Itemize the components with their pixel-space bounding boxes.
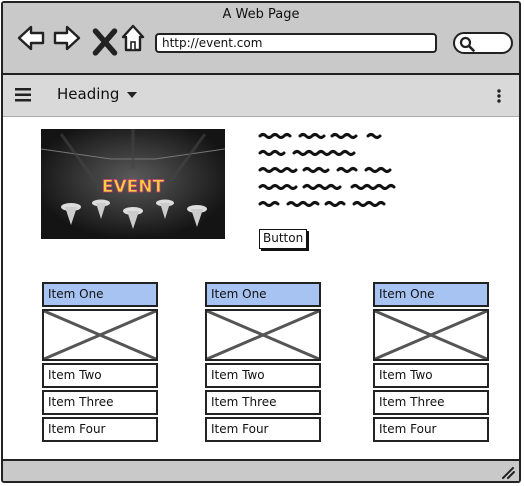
list-item-four[interactable]: Item Four	[42, 417, 158, 442]
list-item-two[interactable]: Item Two	[373, 363, 489, 388]
list-item-four[interactable]: Item Four	[373, 417, 489, 442]
hero-image: EVENT	[41, 129, 225, 239]
placeholder-text-scribble	[258, 133, 396, 207]
list-item-two[interactable]: Item Two	[205, 363, 321, 388]
page-heading[interactable]: Heading	[57, 85, 119, 103]
list-item-one[interactable]: Item One	[42, 282, 158, 307]
list-item-three[interactable]: Item Three	[205, 390, 321, 415]
image-placeholder	[373, 309, 489, 361]
home-icon[interactable]	[119, 23, 147, 53]
browser-chrome: A Web Page http://event.com	[3, 3, 519, 75]
caret-down-icon[interactable]	[127, 92, 137, 98]
hamburger-menu-icon[interactable]	[15, 88, 31, 102]
list-item-three[interactable]: Item Three	[373, 390, 489, 415]
forward-arrow-icon[interactable]	[53, 23, 81, 53]
image-placeholder-icon	[374, 309, 488, 361]
address-bar[interactable]: http://event.com	[155, 33, 437, 53]
kebab-menu-icon[interactable]	[497, 89, 501, 103]
list-item-one[interactable]: Item One	[373, 282, 489, 307]
status-bar	[3, 459, 519, 481]
app-bar: Heading	[3, 75, 519, 117]
image-placeholder	[42, 309, 158, 361]
content-button[interactable]: Button	[259, 229, 308, 249]
list-item-one[interactable]: Item One	[205, 282, 321, 307]
card-3: Item One Item Two Item Three Item Four	[373, 282, 489, 444]
window-title: A Web Page	[222, 7, 300, 22]
close-x-icon[interactable]	[91, 27, 119, 57]
hero-image-text: EVENT	[102, 177, 165, 197]
list-item-four[interactable]: Item Four	[205, 417, 321, 442]
card-1: Item One Item Two Item Three Item Four	[42, 282, 158, 444]
resize-grip-icon[interactable]	[501, 467, 515, 479]
list-item-two[interactable]: Item Two	[42, 363, 158, 388]
back-arrow-icon[interactable]	[17, 23, 45, 53]
event-hall-image: EVENT	[41, 129, 225, 239]
image-placeholder-icon	[206, 309, 320, 361]
search-field[interactable]	[453, 32, 513, 54]
card-2: Item One Item Two Item Three Item Four	[205, 282, 321, 444]
list-item-three[interactable]: Item Three	[42, 390, 158, 415]
search-icon	[459, 36, 475, 52]
image-placeholder	[205, 309, 321, 361]
image-placeholder-icon	[43, 309, 157, 361]
browser-window: A Web Page http://event.com Heading EVEN…	[1, 1, 521, 483]
